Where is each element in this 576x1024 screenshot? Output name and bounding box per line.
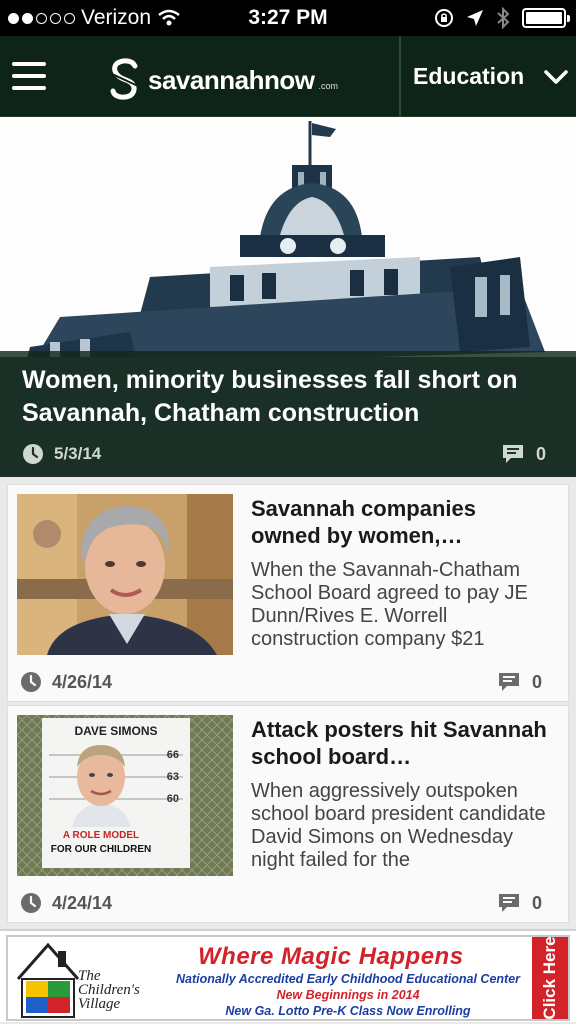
logo-text: savannahnow xyxy=(148,64,315,95)
article-excerpt: When the Savannah-Chatham School Board a… xyxy=(251,559,528,650)
ad-logo-line: The xyxy=(78,968,101,984)
top-navbar: savannahnow .com Education xyxy=(0,36,576,117)
clock-icon xyxy=(23,444,43,464)
ad-line: Nationally Accredited Early Childhood Ed… xyxy=(175,972,521,986)
status-bar: Verizon 3:27 PM xyxy=(0,0,576,36)
portrait-photo xyxy=(17,494,233,655)
logo-s-icon xyxy=(110,58,139,100)
battery-icon xyxy=(522,8,570,28)
height-mark: 60 xyxy=(167,793,179,805)
chevron-down-icon xyxy=(544,69,568,84)
article-comments[interactable]: 0 xyxy=(498,892,542,914)
comment-icon xyxy=(498,673,519,691)
article-title[interactable]: Savannah companies owned by women,… xyxy=(251,495,551,549)
location-arrow-icon xyxy=(467,10,483,26)
ad-click-label: Click Here xyxy=(540,936,559,1020)
hero-title[interactable]: Women, minority businesses fall short on… xyxy=(22,364,552,430)
ad-line: New Ga. Lotto Pre-K Class Now Enrolling xyxy=(225,1004,471,1018)
bluetooth-icon xyxy=(497,7,510,29)
article-meta: 4/24/14 xyxy=(20,892,112,914)
hero-article[interactable]: Women, minority businesses fall short on… xyxy=(0,117,576,477)
height-mark: 63 xyxy=(167,771,179,783)
orientation-lock-icon xyxy=(435,9,453,27)
clock-icon xyxy=(21,672,41,692)
article-card[interactable]: Savannah companies owned by women,… When… xyxy=(7,484,569,702)
ad-line: New Beginnings in 2014 xyxy=(276,988,420,1002)
ad-click-button[interactable]: Click Here xyxy=(532,936,568,1020)
article-meta: 4/26/14 xyxy=(20,671,112,693)
battery-level xyxy=(526,12,562,24)
article-title[interactable]: Attack posters hit Savannah school board… xyxy=(251,716,551,770)
clock-icon xyxy=(21,893,41,913)
menu-icon[interactable] xyxy=(12,62,46,90)
site-logo[interactable]: savannahnow .com xyxy=(108,58,338,102)
article-card[interactable]: DAVE SIMONS 66 63 60 A ROLE MODEL FOR OU… xyxy=(7,705,569,923)
article-date: 4/26/14 xyxy=(52,671,113,692)
hero-comments[interactable]: 0 xyxy=(502,443,546,465)
ad-logo-line: Village xyxy=(78,996,121,1012)
hero-meta: 5/3/14 xyxy=(22,443,101,465)
ad-logo-line: Children's xyxy=(78,982,140,998)
article-comment-count: 0 xyxy=(531,892,542,913)
article-date: 4/24/14 xyxy=(52,892,113,913)
nav-divider xyxy=(399,36,401,117)
section-dropdown[interactable]: Education xyxy=(413,36,568,117)
hero-date: 5/3/14 xyxy=(54,444,102,463)
comment-icon xyxy=(502,445,523,463)
hero-comment-count: 0 xyxy=(535,443,546,464)
section-label: Education xyxy=(413,63,525,89)
ad-logo: The Children's Village xyxy=(14,939,154,1019)
ad-banner[interactable]: The Children's Village Where Magic Happe… xyxy=(0,929,576,1022)
article-comments[interactable]: 0 xyxy=(498,671,542,693)
height-mark: 66 xyxy=(167,749,179,761)
logo-suffix: .com xyxy=(318,81,338,91)
poster-photo: DAVE SIMONS 66 63 60 A ROLE MODEL FOR OU… xyxy=(17,715,233,876)
comment-icon xyxy=(498,894,519,912)
poster-tagline-1: A ROLE MODEL xyxy=(63,830,139,841)
ad-frame[interactable]: The Children's Village Where Magic Happe… xyxy=(6,935,570,1021)
article-thumbnail: DAVE SIMONS 66 63 60 A ROLE MODEL FOR OU… xyxy=(17,715,233,876)
ad-title: Where Magic Happens xyxy=(198,943,464,970)
ad-logo-text: The Children's Village xyxy=(78,968,140,1012)
article-thumbnail xyxy=(17,494,233,655)
status-right xyxy=(434,7,570,29)
poster-name: DAVE SIMONS xyxy=(74,724,157,738)
article-comment-count: 0 xyxy=(531,671,542,692)
poster-tagline-2: FOR OUR CHILDREN xyxy=(51,844,152,855)
article-excerpt: When aggressively outspoken school board… xyxy=(251,780,546,871)
